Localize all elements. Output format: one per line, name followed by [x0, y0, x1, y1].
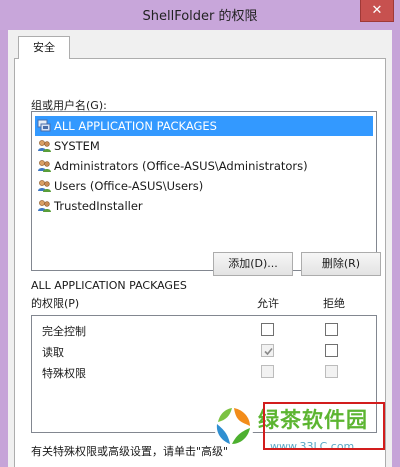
user-list-item[interactable]: Users (Office-ASUS\Users): [35, 176, 207, 196]
user-list-item[interactable]: SYSTEM: [35, 136, 104, 156]
allow-checkbox: [261, 365, 274, 378]
tab-security[interactable]: 安全: [18, 36, 70, 59]
deny-column-header: 拒绝: [323, 297, 345, 310]
permissions-dialog: ShellFolder 的权限 ✕ 安全 组或用户名(G): ALL APPLI…: [0, 0, 400, 467]
package-group-icon: [37, 119, 51, 132]
user-name: SYSTEM: [54, 139, 100, 153]
close-icon: ✕: [371, 3, 383, 18]
permission-row: 完全控制: [32, 320, 376, 340]
highlight-box: [263, 402, 385, 450]
user-list-item[interactable]: TrustedInstaller: [35, 196, 147, 216]
deny-checkbox[interactable]: [325, 344, 338, 357]
close-button[interactable]: ✕: [360, 0, 394, 22]
user-name: ALL APPLICATION PACKAGES: [54, 119, 217, 133]
users-group-icon: [38, 140, 51, 152]
permission-name: 特殊权限: [42, 367, 86, 380]
permissions-heading-line1: ALL APPLICATION PACKAGES: [31, 279, 187, 292]
user-list-item[interactable]: Administrators (Office-ASUS\Administrato…: [35, 156, 312, 176]
users-group-icon: [38, 180, 51, 192]
users-group-icon: [38, 160, 51, 172]
advanced-hint-text: 有关特殊权限或高级设置，请单击"高级": [31, 445, 229, 458]
window-title: ShellFolder 的权限: [142, 9, 258, 24]
title-bar[interactable]: ShellFolder 的权限 ✕: [0, 0, 400, 30]
watermark-logo-icon: [214, 406, 254, 446]
user-name: Users (Office-ASUS\Users): [54, 179, 204, 193]
allow-checkbox[interactable]: [261, 323, 274, 336]
add-button[interactable]: 添加(D)...: [213, 252, 293, 276]
allow-column-header: 允许: [257, 297, 279, 310]
permission-row: 读取: [32, 341, 376, 361]
remove-button[interactable]: 删除(R): [301, 252, 381, 276]
permission-row: 特殊权限: [32, 362, 376, 382]
users-group-icon: [38, 200, 51, 212]
permission-name: 读取: [42, 346, 64, 359]
allow-checkbox: [261, 344, 274, 357]
user-list[interactable]: ALL APPLICATION PACKAGES SYSTEM Administra…: [31, 111, 377, 271]
user-name: TrustedInstaller: [54, 199, 143, 213]
deny-checkbox: [325, 365, 338, 378]
permissions-heading-line2: 的权限(P): [31, 297, 80, 310]
user-name: Administrators (Office-ASUS\Administrato…: [54, 159, 308, 173]
permission-name: 完全控制: [42, 325, 86, 338]
deny-checkbox[interactable]: [325, 323, 338, 336]
user-list-item[interactable]: ALL APPLICATION PACKAGES: [35, 116, 373, 136]
